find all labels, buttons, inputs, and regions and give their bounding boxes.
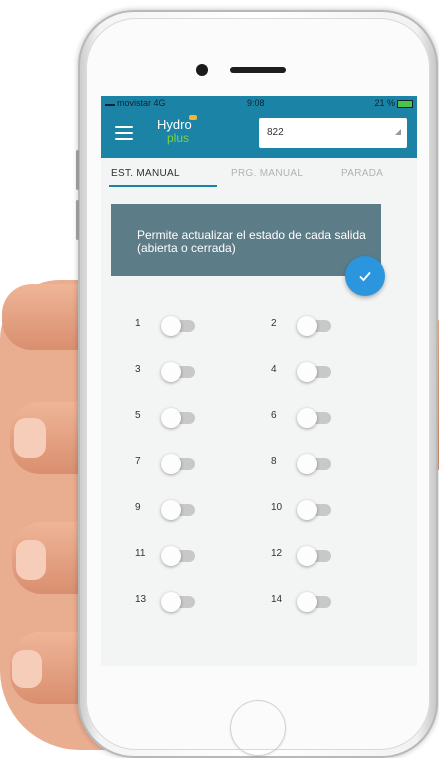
- output-label: 10: [271, 502, 283, 513]
- output-label: 13: [135, 594, 147, 605]
- front-camera: [196, 64, 208, 76]
- output-label: 7: [135, 456, 141, 467]
- toggle-knob: [297, 592, 317, 612]
- active-tab-indicator: [109, 185, 217, 187]
- output-toggle[interactable]: [297, 316, 333, 336]
- volume-button-2: [76, 200, 79, 240]
- fingernail-3: [16, 540, 46, 580]
- menu-icon[interactable]: [115, 126, 133, 140]
- logo-subtext: plus: [167, 131, 190, 145]
- toggle-knob: [297, 500, 317, 520]
- toggle-knob: [297, 546, 317, 566]
- output-toggle[interactable]: [297, 500, 333, 520]
- output-row: 6: [271, 406, 351, 430]
- tab-parada[interactable]: PARADA: [341, 168, 383, 179]
- output-row: 1: [135, 314, 215, 338]
- output-label: 1: [135, 318, 141, 329]
- output-row: 12: [271, 544, 351, 568]
- toggle-knob: [297, 454, 317, 474]
- home-button[interactable]: [230, 700, 286, 756]
- battery-icon: [397, 99, 413, 108]
- toggle-knob: [161, 454, 181, 474]
- output-row: 13: [135, 590, 215, 614]
- toggle-knob: [161, 546, 181, 566]
- toggle-knob: [297, 362, 317, 382]
- toggle-knob: [297, 408, 317, 428]
- output-toggle[interactable]: [297, 546, 333, 566]
- output-row: 2: [271, 314, 351, 338]
- carrier-label: movistar 4G: [117, 98, 166, 108]
- toggle-knob: [161, 408, 181, 428]
- output-toggle[interactable]: [297, 454, 333, 474]
- output-row: 7: [135, 452, 215, 476]
- output-toggle[interactable]: [161, 408, 197, 428]
- output-label: 8: [271, 456, 277, 467]
- output-row: 11: [135, 544, 215, 568]
- device-select[interactable]: 822: [259, 118, 407, 148]
- output-label: 5: [135, 410, 141, 421]
- output-toggle[interactable]: [161, 546, 197, 566]
- output-label: 4: [271, 364, 277, 375]
- output-toggle[interactable]: [161, 454, 197, 474]
- tab-est-manual[interactable]: EST. MANUAL: [111, 168, 180, 179]
- device-value: 822: [267, 127, 284, 138]
- output-toggle[interactable]: [161, 316, 197, 336]
- output-row: 14: [271, 590, 351, 614]
- toggle-knob: [161, 362, 181, 382]
- confirm-button[interactable]: [345, 256, 385, 296]
- check-icon: [359, 271, 371, 282]
- logo-drop-icon: [189, 115, 197, 120]
- tab-bar: EST. MANUAL PRG. MANUAL PARADA: [101, 158, 417, 188]
- output-toggle[interactable]: [161, 500, 197, 520]
- app-screen: movistar 4G 9:08 21 % Hydro plus 822 EST…: [101, 96, 417, 666]
- output-row: 8: [271, 452, 351, 476]
- output-label: 6: [271, 410, 277, 421]
- fingernail-2: [14, 418, 46, 458]
- chevron-down-icon: [395, 129, 401, 135]
- output-toggle[interactable]: [161, 592, 197, 612]
- volume-button: [76, 150, 79, 190]
- earpiece-speaker: [230, 67, 286, 73]
- info-card: Permite actualizar el estado de cada sal…: [111, 204, 381, 276]
- toggle-knob: [161, 592, 181, 612]
- status-bar: movistar 4G 9:08 21 %: [101, 96, 417, 110]
- battery: 21 %: [374, 96, 413, 110]
- tab-prg-manual[interactable]: PRG. MANUAL: [231, 168, 303, 179]
- logo-text: Hydro: [157, 117, 192, 132]
- toggle-knob: [161, 500, 181, 520]
- toggle-knob: [161, 316, 181, 336]
- output-row: 4: [271, 360, 351, 384]
- output-row: 3: [135, 360, 215, 384]
- output-label: 14: [271, 594, 283, 605]
- output-row: 5: [135, 406, 215, 430]
- output-toggle[interactable]: [161, 362, 197, 382]
- output-label: 11: [135, 548, 146, 559]
- output-row: 9: [135, 498, 215, 522]
- output-label: 9: [135, 502, 141, 513]
- output-toggle[interactable]: [297, 408, 333, 428]
- status-time: 9:08: [247, 98, 265, 108]
- output-label: 3: [135, 364, 141, 375]
- output-toggle[interactable]: [297, 362, 333, 382]
- output-label: 2: [271, 318, 277, 329]
- output-label: 12: [271, 548, 283, 559]
- signal-icon: [105, 98, 115, 106]
- carrier: movistar 4G: [105, 96, 166, 110]
- app-bar: Hydro plus 822: [101, 110, 417, 158]
- output-toggle[interactable]: [297, 592, 333, 612]
- battery-label: 21 %: [374, 98, 395, 108]
- info-text: Permite actualizar el estado de cada sal…: [137, 228, 366, 255]
- fingernail-4: [12, 650, 42, 688]
- app-logo: Hydro plus: [157, 115, 197, 145]
- output-row: 10: [271, 498, 351, 522]
- toggle-knob: [297, 316, 317, 336]
